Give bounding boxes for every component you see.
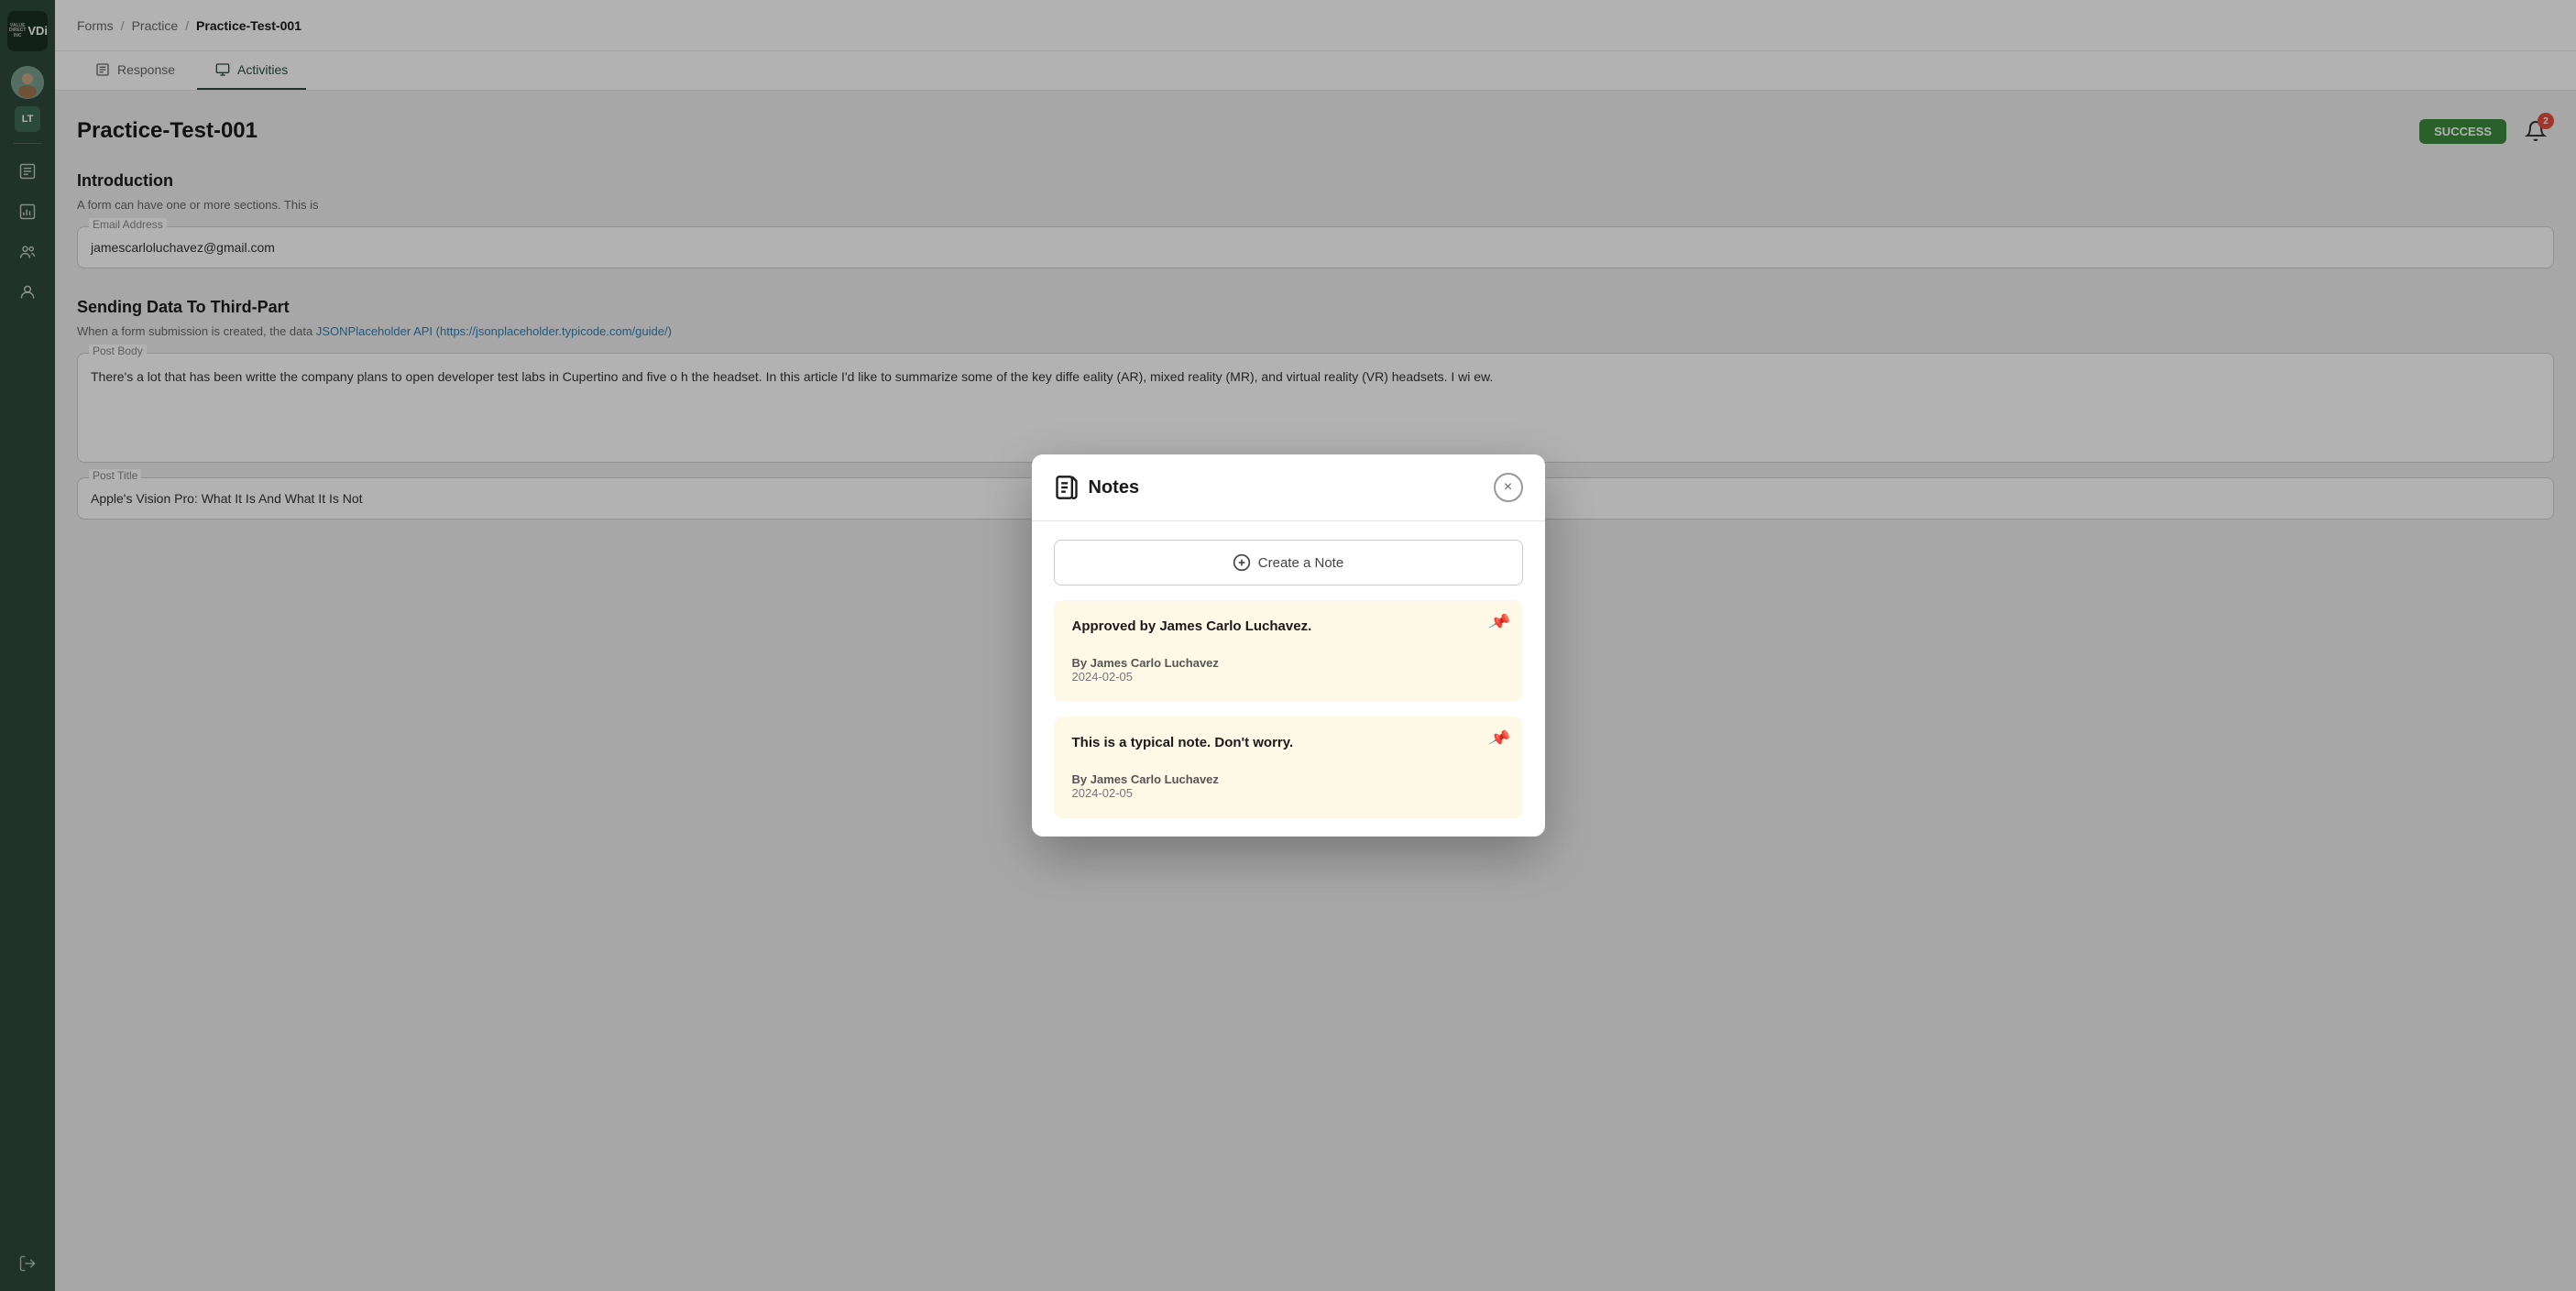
notes-modal: Notes × Create a Note 📌 Approved by Jame… [1032, 454, 1545, 837]
note-text-1: Approved by James Carlo Luchavez. [1072, 618, 1505, 634]
modal-close-button[interactable]: × [1494, 473, 1523, 502]
plus-circle-icon [1233, 553, 1251, 572]
note-author-1: By James Carlo Luchavez [1072, 656, 1505, 670]
modal-body: Create a Note 📌 Approved by James Carlo … [1032, 521, 1545, 837]
note-card-1: 📌 Approved by James Carlo Luchavez. By J… [1054, 600, 1523, 702]
note-date-2: 2024-02-05 [1072, 786, 1505, 800]
notes-icon [1054, 475, 1080, 500]
create-note-button[interactable]: Create a Note [1054, 540, 1523, 585]
note-card-2: 📌 This is a typical note. Don't worry. B… [1054, 717, 1523, 818]
note-author-2: By James Carlo Luchavez [1072, 772, 1505, 786]
note-text-2: This is a typical note. Don't worry. [1072, 735, 1505, 750]
modal-title: Notes [1054, 475, 1140, 500]
create-note-label: Create a Note [1258, 555, 1343, 571]
modal-header: Notes × [1032, 454, 1545, 521]
note-date-1: 2024-02-05 [1072, 670, 1505, 684]
modal-overlay[interactable]: Notes × Create a Note 📌 Approved by Jame… [0, 0, 2576, 1291]
